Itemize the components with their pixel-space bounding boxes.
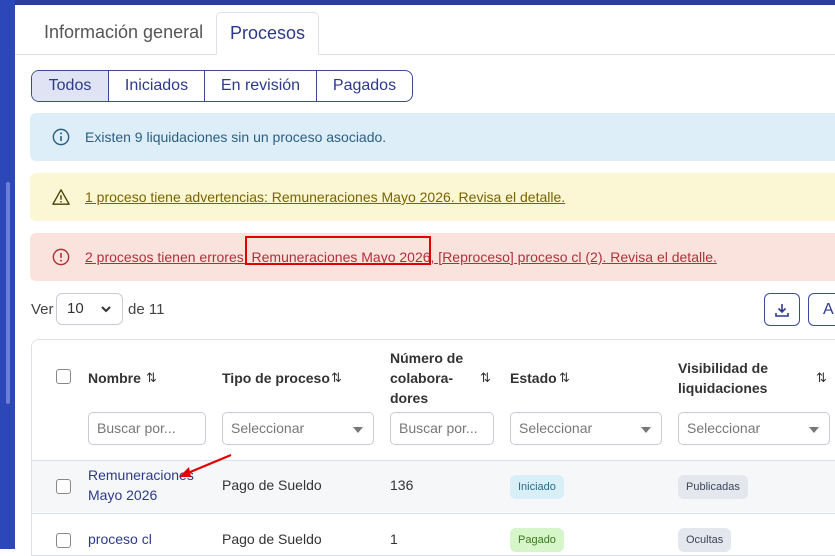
sort-icon[interactable]: ⇅ [559,370,570,386]
add-button[interactable]: A [808,293,835,326]
filter-nombre-input[interactable]: Buscar por... [88,412,206,445]
process-type: Pago de Sueldo [222,477,322,493]
filter-tipo-select[interactable]: Seleccionar [222,412,374,445]
info-alert-text: Existen 9 liquidaciones sin un proceso a… [85,129,387,145]
caret-down-icon [641,427,651,433]
status-filter-segmented: Todos Iniciados En revisión Pagados [31,70,413,102]
error-alert: 2 procesos tienen errores: Remuneracione… [30,233,835,281]
filter-placeholder: Seleccionar [519,420,593,436]
error-icon [52,248,70,266]
row-checkbox[interactable] [56,533,71,548]
highlight-box [245,236,431,265]
status-badge: Pagado [510,528,564,552]
add-button-label: A [823,301,834,318]
table-row[interactable]: proceso cl Pago de Sueldo 1 Pagado Ocult… [32,514,835,555]
table-row[interactable]: Remuneraciones Mayo 2026 Pago de Sueldo … [32,461,835,514]
process-type: Pago de Sueldo [222,531,322,547]
employee-count: 136 [390,477,414,493]
segment-pagados[interactable]: Pagados [317,71,412,101]
filter-placeholder: Seleccionar [687,420,761,436]
sort-icon[interactable]: ⇅ [146,370,157,386]
filter-placeholder: Buscar por... [97,420,176,436]
segment-iniciados[interactable]: Iniciados [109,71,205,101]
sort-icon[interactable]: ⇅ [816,370,827,386]
warning-alert: 1 proceso tiene advertencias: Remuneraci… [30,173,835,221]
header-estado: Estado [510,370,557,386]
left-sidebar-strip [0,0,15,549]
annotation-arrow-icon [179,453,232,477]
download-icon [775,304,789,317]
select-all-checkbox[interactable] [56,369,71,384]
info-icon [52,128,70,146]
main-content: Información general Procesos Todos Inici… [15,5,835,556]
segment-en-revision[interactable]: En revisión [205,71,317,101]
row-checkbox[interactable] [56,479,71,494]
download-button[interactable] [764,293,800,326]
page-size-select[interactable]: 10 [56,293,123,325]
info-alert: Existen 9 liquidaciones sin un proceso a… [30,113,835,161]
header-visibilidad-l1: Visibilidad de [678,360,768,376]
status-badge: Iniciado [510,475,564,499]
tab-procesos[interactable]: Procesos [216,12,320,55]
filter-visibilidad-select[interactable]: Seleccionar [678,412,830,445]
chevron-down-icon [101,306,111,313]
page-size-value: 10 [67,300,84,317]
header-numero-l1: Número de [390,350,464,366]
process-name-link-l2[interactable]: Mayo 2026 [88,487,157,503]
sort-icon[interactable]: ⇅ [480,370,491,386]
ver-label: Ver [31,301,54,318]
filter-placeholder: Buscar por... [399,420,478,436]
process-name-link[interactable]: proceso cl [88,531,152,547]
header-visibilidad-l2: liquidaciones [678,380,768,396]
warning-icon [52,189,70,205]
caret-down-icon [809,427,819,433]
scrollbar-thumb[interactable] [6,182,10,404]
visibility-badge: Publicadas [678,475,748,499]
total-count-label: de 11 [128,301,165,318]
filter-placeholder: Seleccionar [231,420,305,436]
visibility-badge: Ocultas [678,528,732,552]
segment-todos[interactable]: Todos [32,71,109,101]
employee-count: 1 [390,531,398,547]
filter-numero-input[interactable]: Buscar por... [390,412,494,445]
tabs-bar: Información general Procesos [15,5,835,55]
filter-estado-select[interactable]: Seleccionar [510,412,662,445]
tab-informacion-general[interactable]: Información general [31,12,216,53]
caret-down-icon [353,427,363,433]
sort-icon[interactable]: ⇅ [331,370,342,386]
header-numero-l3: dores [390,390,429,406]
header-nombre: Nombre [88,370,141,386]
header-tipo: Tipo de proceso [222,370,330,386]
warning-alert-link[interactable]: 1 proceso tiene advertencias: Remuneraci… [85,173,565,221]
header-numero-l2: colabora- [390,370,454,386]
table-header: Nombre ⇅ Tipo de proceso ⇅ Número de col… [32,340,835,461]
processes-table: Nombre ⇅ Tipo de proceso ⇅ Número de col… [31,339,835,556]
